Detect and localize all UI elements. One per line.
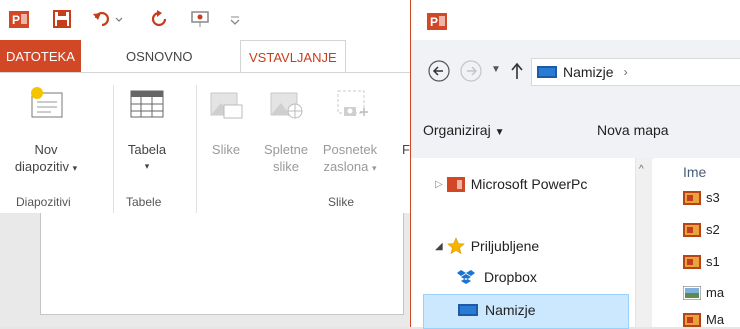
dropbox-icon — [457, 270, 475, 284]
tab-file[interactable]: DATOTEKA — [0, 40, 81, 72]
column-header-name[interactable]: Ime — [683, 164, 706, 180]
group-label-images: Slike — [328, 195, 355, 209]
new-slide-icon — [31, 87, 63, 118]
powerpoint-dialog-icon: P — [427, 11, 447, 36]
powerpoint-window: P DATOTEKA OSNOVNO VSTAVLJANJE Nov diapo… — [0, 0, 410, 327]
scroll-up-icon[interactable]: ^ — [639, 164, 644, 175]
insert-picture-dialog: P ▼ Namizje › Organiziraj ▼ Nova mapa ^ … — [410, 0, 740, 329]
ribbon-tabs: DATOTEKA OSNOVNO VSTAVLJANJE — [0, 40, 410, 73]
address-location[interactable]: Namizje — [563, 64, 614, 80]
file-item[interactable]: Ma — [683, 312, 724, 327]
redo-icon[interactable] — [148, 8, 170, 30]
forward-icon[interactable] — [459, 59, 483, 88]
pictures-icon — [210, 92, 243, 119]
file-item[interactable]: ma — [683, 285, 724, 300]
dialog-toolbar: Organiziraj ▼ Nova mapa — [411, 100, 740, 159]
new-slide-label-2: diapozitiv ▾ — [14, 159, 78, 174]
group-label-tables: Tabele — [126, 195, 162, 209]
tab-home[interactable]: OSNOVNO — [118, 40, 200, 72]
customize-qat-icon[interactable] — [228, 8, 242, 30]
screenshot-icon — [337, 90, 368, 116]
organize-button[interactable]: Organiziraj ▼ — [423, 122, 505, 138]
new-folder-button[interactable]: Nova mapa — [597, 122, 669, 138]
table-label: Tabela — [127, 142, 167, 157]
cut-off-button-label: F — [402, 142, 410, 157]
tab-insert[interactable]: VSTAVLJANJE — [240, 40, 346, 73]
svg-text:P: P — [12, 13, 20, 27]
pictures-label: Slike — [211, 142, 241, 157]
save-icon[interactable] — [52, 8, 72, 30]
expand-icon[interactable]: ▷ — [435, 179, 443, 190]
group-separator — [113, 85, 114, 213]
new-slide-label-1: Nov — [34, 142, 58, 157]
table-dropdown-icon: ▾ — [144, 161, 150, 171]
picture-file-icon — [683, 312, 701, 327]
online-pictures-label-1: Spletne — [263, 142, 309, 157]
undo-icon[interactable] — [92, 8, 126, 30]
desktop-icon — [537, 66, 557, 78]
nav-item-powerpoint[interactable]: ▷ Microsoft PowerPc — [435, 176, 587, 192]
nav-item-favorites[interactable]: ◢ Priljubljene — [435, 237, 539, 255]
slide-canvas[interactable] — [40, 213, 404, 315]
picture-file-icon — [683, 190, 701, 205]
ribbon-insert: Nov diapozitiv ▾ Tabela ▾ Slike Spletne … — [0, 72, 410, 214]
table-icon — [130, 90, 164, 118]
online-pictures-label-2: slike — [272, 159, 299, 174]
nav-item-desktop[interactable]: Namizje — [457, 302, 536, 318]
star-icon — [446, 237, 465, 255]
group-separator — [196, 85, 197, 213]
address-box[interactable]: Namizje › — [531, 58, 740, 86]
group-label-slides: Diapozitivi — [16, 195, 71, 209]
up-icon[interactable] — [509, 59, 525, 88]
table-button[interactable]: Tabela ▾ — [118, 85, 176, 175]
slideshow-from-start-icon[interactable] — [190, 8, 212, 30]
powerpoint-app-icon[interactable]: P — [8, 8, 30, 30]
pictures-button[interactable]: Slike — [200, 85, 252, 158]
screenshot-button[interactable]: Posnetek zaslona ▾ — [318, 85, 382, 177]
address-chevron-icon[interactable]: › — [624, 65, 628, 79]
online-pictures-icon — [270, 92, 303, 119]
recent-locations-icon[interactable]: ▼ — [491, 64, 501, 75]
file-item[interactable]: s1 — [683, 254, 720, 269]
collapse-icon[interactable]: ◢ — [435, 241, 443, 252]
navigation-scrollbar[interactable]: ^ — [635, 158, 652, 327]
new-slide-button[interactable]: Nov diapozitiv ▾ — [2, 85, 90, 177]
screenshot-label-1: Posnetek — [322, 142, 378, 157]
quick-access-toolbar: P — [0, 0, 410, 40]
desktop-icon — [458, 304, 478, 316]
online-pictures-button[interactable]: Spletne slike — [254, 85, 318, 175]
nav-item-dropbox[interactable]: Dropbox — [457, 269, 537, 285]
file-list — [653, 158, 740, 327]
image-file-icon — [683, 285, 701, 300]
address-bar-row: ▼ Namizje › — [411, 40, 740, 100]
back-icon[interactable] — [427, 59, 451, 88]
file-item[interactable]: s3 — [683, 190, 720, 205]
powerpoint-icon — [446, 177, 465, 192]
picture-file-icon — [683, 222, 701, 237]
dialog-title-bar: P — [411, 0, 740, 40]
svg-text:P: P — [430, 15, 438, 29]
screenshot-label-2: zaslona ▾ — [323, 159, 377, 174]
picture-file-icon — [683, 254, 701, 269]
file-item[interactable]: s2 — [683, 222, 720, 237]
